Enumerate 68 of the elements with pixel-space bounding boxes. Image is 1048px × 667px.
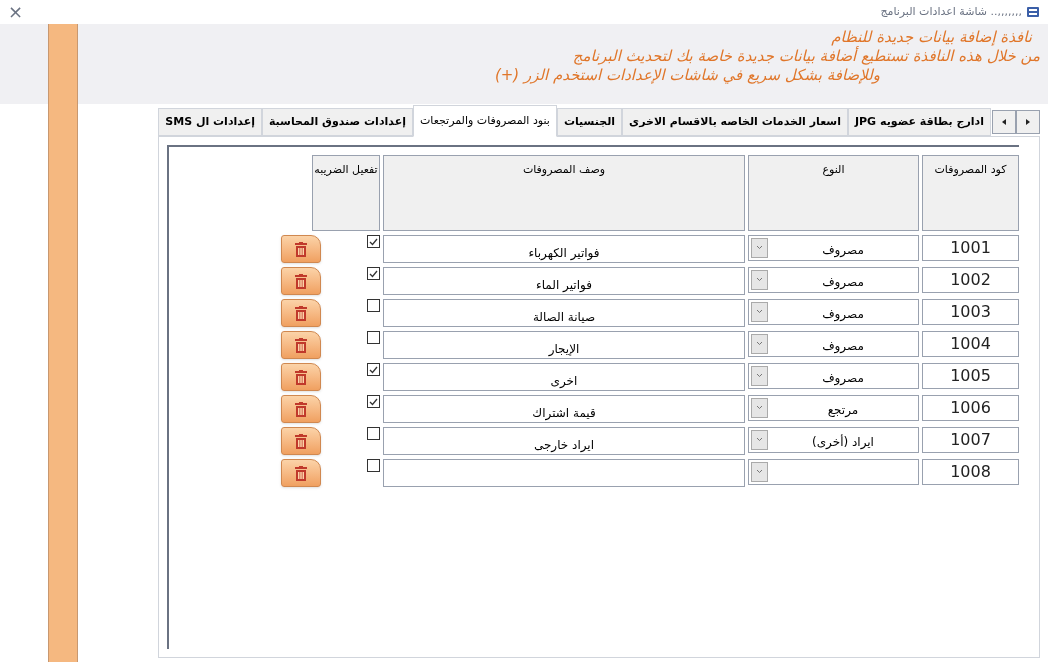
column-header: وصف المصروفات [383, 155, 745, 231]
code-field[interactable]: 1004 [922, 331, 1019, 357]
checkbox[interactable] [367, 331, 380, 344]
column-header: النوع [748, 155, 919, 231]
left-arrow-icon [1002, 119, 1006, 125]
checkbox[interactable] [367, 395, 380, 408]
delete-button[interactable] [281, 363, 321, 391]
trash-icon [295, 401, 307, 417]
code-field[interactable]: 1005 [922, 363, 1019, 389]
description-field[interactable]: ايراد خارجى [383, 427, 745, 455]
type-dropdown[interactable]: مصروف [748, 331, 919, 357]
tab[interactable]: الجنسيات [556, 108, 623, 136]
type-dropdown[interactable]: مصروف [748, 235, 919, 261]
type-dropdown[interactable]: مرتجع [748, 395, 919, 421]
tab[interactable]: ادارج بطاقة عضويه JPG [847, 108, 991, 136]
delete-button[interactable] [281, 267, 321, 295]
checkbox[interactable] [367, 427, 380, 440]
checkbox[interactable] [367, 235, 380, 248]
column-header: تفعيل الضريبه [312, 155, 380, 231]
delete-button[interactable] [281, 395, 321, 423]
type-dropdown[interactable]: مصروف [748, 267, 919, 293]
type-dropdown[interactable]: ايراد (أخرى) [748, 427, 919, 453]
header-text: وللإضافة بشكل سريع في شاشات الإعدادات استخدم الزر (+) [494, 66, 880, 85]
trash-icon [295, 433, 307, 449]
type-dropdown[interactable]: مصروف [748, 363, 919, 389]
header-title: نافذة إضافة بيانات جديدة للنظام [831, 28, 1032, 46]
description-field[interactable]: فواتير الماء [383, 267, 745, 295]
checkbox[interactable] [367, 267, 380, 280]
checkbox[interactable] [367, 459, 380, 472]
description-field[interactable]: فواتير الكهرباء [383, 235, 745, 263]
app-icon [1026, 6, 1040, 18]
tab[interactable]: إعدادات ال SMS [158, 108, 262, 136]
description-field[interactable]: قيمة اشتراك [383, 395, 745, 423]
trash-icon [295, 369, 307, 385]
trash-icon [295, 241, 307, 257]
trash-icon [295, 305, 307, 321]
description-field[interactable] [383, 459, 745, 487]
column-header: كود المصروفات [922, 155, 1019, 231]
description-field[interactable]: اخرى [383, 363, 745, 391]
description-field[interactable]: الإيجار [383, 331, 745, 359]
delete-button[interactable] [281, 427, 321, 455]
scroll-right-button[interactable] [1016, 110, 1040, 134]
checkbox[interactable] [367, 299, 380, 312]
type-dropdown[interactable]: مصروف [748, 299, 919, 325]
delete-button[interactable] [281, 459, 321, 487]
tab[interactable]: بنود المصروفات والمرتجعات [412, 105, 557, 137]
checkbox[interactable] [367, 363, 380, 376]
code-field[interactable]: 1007 [922, 427, 1019, 453]
delete-button[interactable] [281, 299, 321, 327]
code-field[interactable]: 1006 [922, 395, 1019, 421]
trash-icon [295, 337, 307, 353]
code-field[interactable]: 1008 [922, 459, 1019, 485]
code-field[interactable]: 1003 [922, 299, 1019, 325]
trash-icon [295, 465, 307, 481]
type-dropdown[interactable] [748, 459, 919, 485]
code-field[interactable]: 1002 [922, 267, 1019, 293]
delete-button[interactable] [281, 331, 321, 359]
window-title: ,,,,,,,.. شاشة اعدادات البرنامج [880, 3, 1022, 20]
trash-icon [295, 273, 307, 289]
code-field[interactable]: 1001 [922, 235, 1019, 261]
right-arrow-icon [1026, 119, 1030, 125]
tab[interactable]: اسعار الخدمات الخاصه بالاقسام الاخرى [622, 108, 848, 136]
description-field[interactable]: صيانة الصالة [383, 299, 745, 327]
close-button[interactable]: × [8, 3, 24, 21]
delete-button[interactable] [281, 235, 321, 263]
header-text: من خلال هذه النافذة تستطيع أضافة بيانات جديدة خاصة بك لتحديث البرنامج [572, 47, 1040, 66]
tab[interactable]: إعدادات صندوق المحاسبة [261, 108, 413, 136]
scroll-left-button[interactable] [992, 110, 1016, 134]
